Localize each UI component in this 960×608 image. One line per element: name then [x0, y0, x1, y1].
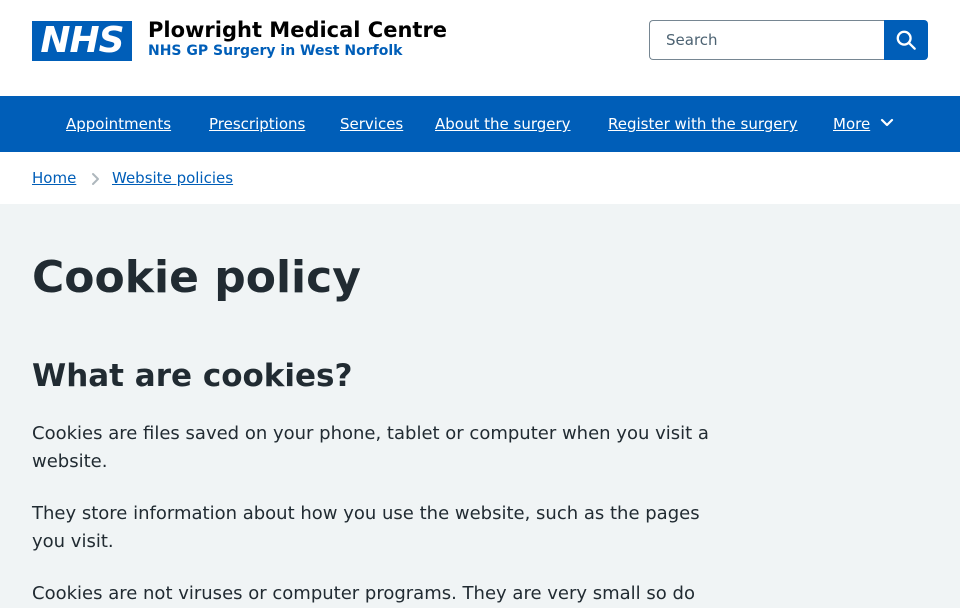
breadcrumb: Home Website policies	[0, 152, 960, 204]
page-title: Cookie policy	[32, 252, 361, 303]
nav-item-services[interactable]: Services	[340, 114, 403, 134]
main-navigation: Appointments Prescriptions Services Abou…	[0, 96, 960, 152]
organisation-name[interactable]: Plowright Medical Centre	[148, 17, 447, 43]
nav-item-register[interactable]: Register with the surgery	[608, 114, 798, 134]
breadcrumb-website-policies[interactable]: Website policies	[112, 169, 233, 187]
search-icon	[896, 30, 916, 50]
paragraph: They store information about how you use…	[32, 503, 700, 552]
nhs-logo-text: NHS	[40, 20, 124, 61]
nhs-logo[interactable]: NHS	[32, 21, 132, 61]
organisation-subtitle: NHS GP Surgery in West Norfolk	[148, 43, 403, 59]
paragraph: Cookies are files saved on your phone, t…	[32, 423, 709, 472]
search-button[interactable]	[884, 20, 928, 60]
nav-item-prescriptions[interactable]: Prescriptions	[209, 114, 305, 134]
breadcrumb-home[interactable]: Home	[32, 169, 76, 187]
nav-item-appointments[interactable]: Appointments	[66, 114, 171, 134]
paragraph: Cookies are not viruses or computer prog…	[32, 583, 695, 604]
search-input[interactable]	[649, 20, 885, 60]
chevron-right-icon	[92, 173, 99, 185]
section-heading: What are cookies?	[32, 358, 353, 394]
site-header: NHS Plowright Medical Centre NHS GP Surg…	[0, 0, 960, 96]
chevron-down-icon[interactable]	[880, 117, 894, 129]
nav-item-more[interactable]: More	[833, 114, 870, 134]
nav-item-about-the-surgery[interactable]: About the surgery	[435, 114, 571, 134]
